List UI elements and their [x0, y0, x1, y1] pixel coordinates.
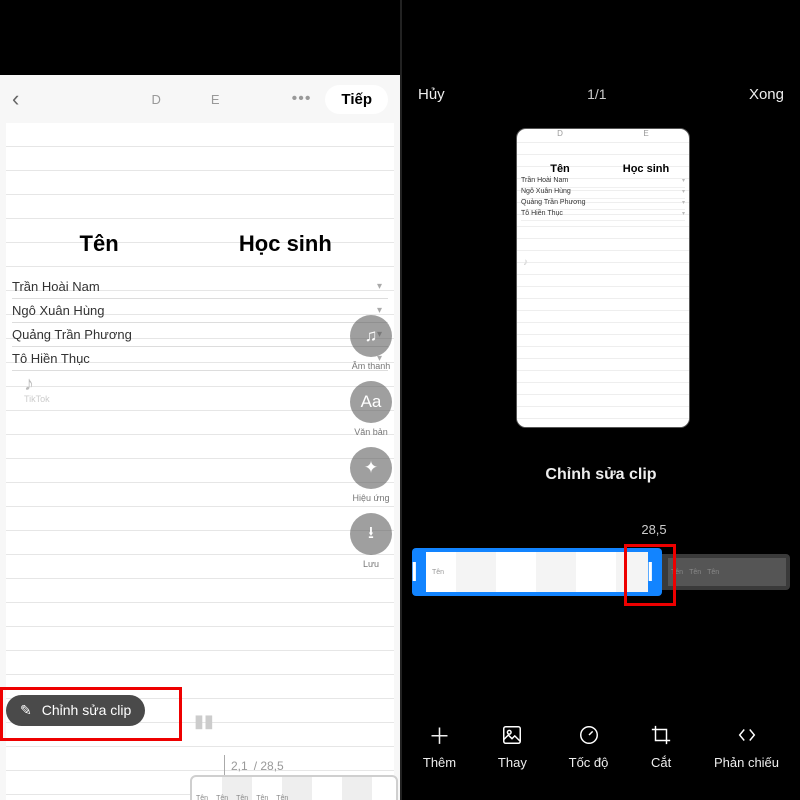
gauge-icon: [578, 723, 600, 747]
mirror-label: Phản chiếu: [714, 755, 779, 770]
table-row: Trần Hoài Nam▾: [521, 177, 685, 188]
next-button[interactable]: Tiếp: [325, 85, 388, 114]
table-row: Ngô Xuân Hùng▾: [12, 299, 388, 323]
mirror-button[interactable]: Phản chiếu: [714, 723, 779, 770]
tiktok-logo-small: ♪: [523, 257, 528, 268]
table-row: Ngô Xuân Hùng▾: [521, 188, 685, 199]
text-label: Văn bản: [350, 427, 392, 437]
effects-button[interactable]: ✦: [350, 447, 392, 489]
crop-label: Cắt: [651, 755, 671, 770]
more-icon[interactable]: •••: [292, 90, 312, 108]
clip-duration: 28,5: [402, 522, 800, 537]
effects-label: Hiệu ứng: [350, 493, 392, 503]
clip-counter: 1/1: [587, 86, 606, 103]
editor-header: ‹ D E ••• Tiếp: [0, 75, 400, 123]
timeline-thumbs-rest: TênTênTên: [668, 558, 786, 586]
preview-rows: Trần Hoài Nam▾ Ngô Xuân Hùng▾ Quảng Trần…: [517, 175, 689, 223]
save-label: Lưu: [350, 559, 392, 569]
save-button[interactable]: ⭳: [350, 513, 392, 555]
table-row: Trần Hoài Nam▾: [12, 275, 388, 299]
tiktok-logo: ♪TikTok: [24, 373, 50, 404]
table-row: Tô Hiền Thục▾: [521, 210, 685, 221]
replace-label: Thay: [498, 755, 527, 770]
text-button[interactable]: Aa: [350, 381, 392, 423]
clip-editor-header: Hủy 1/1 Xong: [402, 86, 800, 103]
done-button[interactable]: Xong: [749, 86, 784, 103]
table-row: Quảng Trần Phương▾: [12, 323, 388, 347]
trim-handle-left[interactable]: ▎: [412, 548, 426, 596]
plus-icon: ＋: [429, 723, 451, 747]
col-e: E: [211, 92, 220, 107]
clip-preview: D E Tên Học sinh Trần Hoài Nam▾ Ngô Xuân…: [516, 128, 690, 428]
music-button[interactable]: ♫: [350, 315, 392, 357]
heading-name: Tên: [6, 231, 192, 257]
sheet-headings: Tên Học sinh: [6, 231, 394, 257]
highlight-box: [624, 544, 676, 606]
clip-toolbar: ＋ Thêm Thay Tốc độ Cắt Phản chiếu: [402, 723, 800, 770]
crop-button[interactable]: Cắt: [650, 723, 672, 770]
music-label: Âm thanh: [350, 361, 392, 371]
crop-icon: [650, 723, 672, 747]
speed-label: Tốc độ: [569, 755, 609, 770]
heading-student: Học sinh: [192, 231, 378, 257]
side-actions: ♫ Âm thanh Aa Văn bản ✦ Hiệu ứng ⭳ Lưu: [350, 315, 392, 569]
sheet-rows: Trần Hoài Nam▾ Ngô Xuân Hùng▾ Quảng Trần…: [12, 275, 388, 371]
clip-timeline[interactable]: TênTênTên Tên ▎ ▎: [412, 548, 790, 598]
right-screenshot: Hủy 1/1 Xong D E Tên Học sinh Trần Hoài …: [400, 0, 800, 800]
preview-cols: D E: [517, 129, 689, 143]
table-row: Quảng Trần Phương▾: [521, 199, 685, 210]
header-right: ••• Tiếp: [292, 85, 388, 114]
time-total: / 28,5: [254, 759, 284, 773]
left-screenshot: ‹ D E ••• Tiếp Tên Học sinh Trần Hoài Na…: [0, 0, 400, 800]
replace-button[interactable]: Thay: [498, 723, 527, 770]
table-row: Tô Hiền Thục▾: [12, 347, 388, 371]
time-indicator: 2,1 / 28,5: [224, 755, 284, 777]
left-editor: ‹ D E ••• Tiếp Tên Học sinh Trần Hoài Na…: [0, 75, 400, 800]
add-label: Thêm: [423, 755, 456, 770]
back-icon[interactable]: ‹: [12, 86, 19, 112]
preview-headings: Tên Học sinh: [517, 163, 689, 175]
image-icon: [501, 723, 523, 747]
highlight-box: [0, 687, 182, 741]
clip-edit-title: Chỉnh sửa clip: [402, 466, 800, 484]
column-letters: D E: [151, 92, 219, 107]
timeline-strip[interactable]: TênTênTênTênTên: [190, 775, 398, 800]
mirror-icon: [736, 723, 758, 747]
time-current: 2,1: [231, 759, 248, 773]
add-clip-button[interactable]: ＋ Thêm: [423, 723, 456, 770]
speed-button[interactable]: Tốc độ: [569, 723, 609, 770]
cancel-button[interactable]: Hủy: [418, 86, 445, 103]
col-d: D: [151, 92, 160, 107]
pause-icon[interactable]: ▮▮: [194, 711, 214, 732]
